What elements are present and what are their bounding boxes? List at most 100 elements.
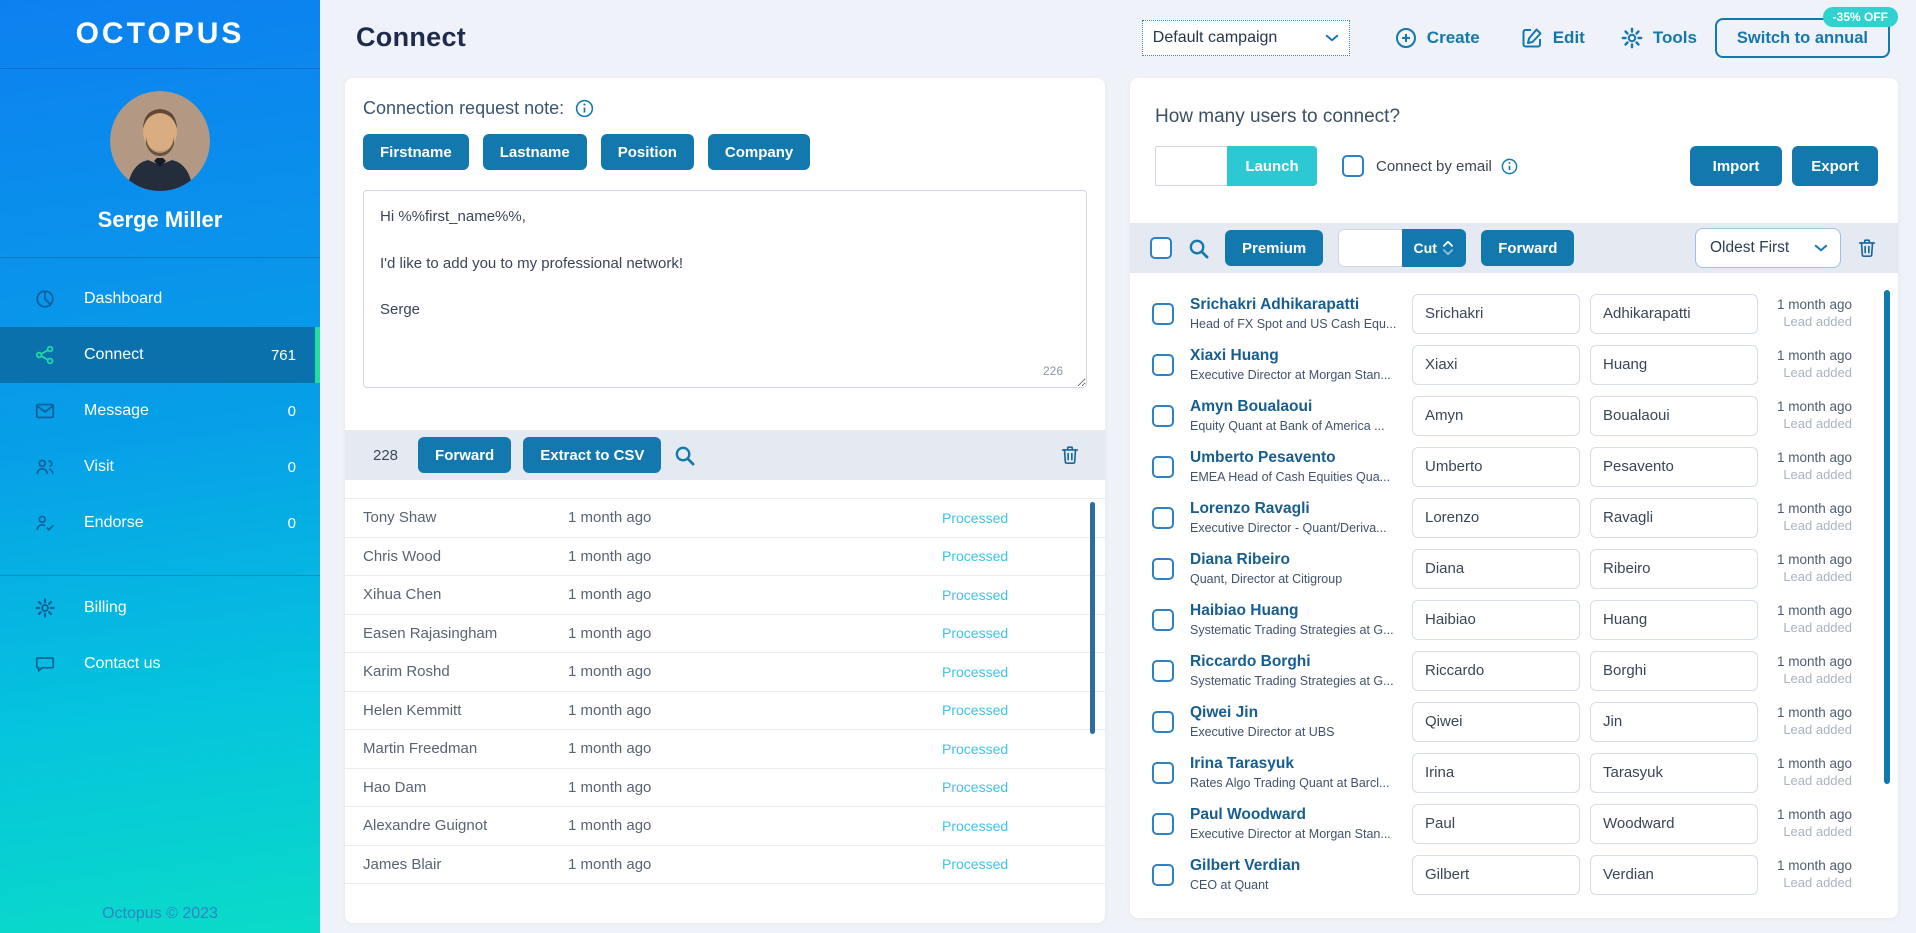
user-name-link[interactable]: Haibiao Huang	[1190, 602, 1412, 620]
user-firstname-input[interactable]	[1412, 497, 1580, 538]
user-checkbox[interactable]	[1152, 404, 1174, 427]
user-status: Lead added	[1783, 568, 1852, 584]
user-name-link[interactable]: Amyn Boualaoui	[1190, 398, 1412, 416]
user-row: Qiwei Jin Executive Director at UBS 1 mo…	[1130, 696, 1898, 747]
user-firstname-input[interactable]	[1412, 344, 1580, 385]
user-firstname-input[interactable]	[1412, 701, 1580, 742]
sidebar-item-billing[interactable]: Billing	[0, 580, 320, 636]
trash-icon[interactable]	[1856, 237, 1878, 259]
extract-to-csv-button[interactable]: Extract to CSV	[523, 437, 662, 473]
lastname-token-button[interactable]: Lastname	[482, 134, 587, 170]
user-name-link[interactable]: Gilbert Verdian	[1190, 857, 1412, 875]
create-button[interactable]: Create	[1394, 26, 1480, 50]
user-lastname-input[interactable]	[1590, 803, 1758, 844]
user-firstname-input[interactable]	[1412, 803, 1580, 844]
user-lastname-input[interactable]	[1590, 752, 1758, 793]
user-checkbox[interactable]	[1152, 353, 1174, 376]
user-checkbox[interactable]	[1152, 812, 1174, 835]
select-all-checkbox[interactable]	[1150, 237, 1172, 259]
edit-button[interactable]: Edit	[1520, 26, 1585, 50]
premium-button[interactable]: Premium	[1225, 230, 1324, 266]
user-lastname-input[interactable]	[1590, 497, 1758, 538]
user-list-scrollbar[interactable]	[1884, 290, 1890, 784]
user-checkbox[interactable]	[1152, 659, 1174, 682]
company-token-button[interactable]: Company	[707, 134, 811, 170]
processed-scrollbar[interactable]	[1090, 502, 1095, 734]
user-checkbox[interactable]	[1152, 608, 1174, 631]
tools-button[interactable]: Tools	[1620, 26, 1697, 50]
cut-stepper[interactable]	[1441, 239, 1455, 257]
user-lastname-input[interactable]	[1590, 650, 1758, 691]
user-firstname-input[interactable]	[1412, 446, 1580, 487]
launch-button[interactable]: Launch	[1227, 146, 1317, 186]
user-name-link[interactable]: Paul Woodward	[1190, 806, 1412, 824]
forward-button[interactable]: Forward	[1481, 230, 1575, 266]
user-info: Gilbert Verdian CEO at Quant	[1190, 857, 1412, 892]
user-checkbox[interactable]	[1152, 557, 1174, 580]
user-checkbox[interactable]	[1152, 863, 1174, 886]
users-count-input[interactable]	[1155, 146, 1227, 186]
campaign-select[interactable]: Default campaign	[1141, 20, 1350, 56]
user-firstname-input[interactable]	[1412, 599, 1580, 640]
user-lastname-input[interactable]	[1590, 293, 1758, 334]
user-lastname-input[interactable]	[1590, 395, 1758, 436]
user-name-link[interactable]: Lorenzo Ravagli	[1190, 500, 1412, 518]
search-icon[interactable]	[1187, 237, 1210, 260]
forward-button[interactable]: Forward	[418, 437, 512, 473]
user-status: Lead added	[1783, 721, 1852, 737]
user-status: Lead added	[1783, 466, 1852, 482]
user-checkbox[interactable]	[1152, 506, 1174, 529]
import-button[interactable]: Import	[1690, 146, 1782, 186]
user-lastname-input[interactable]	[1590, 701, 1758, 742]
sidebar-item-contact-us[interactable]: Contact us	[0, 636, 320, 692]
processed-name: Karim Roshd	[363, 663, 450, 681]
connect-by-email-checkbox[interactable]	[1342, 155, 1364, 177]
user-row: Srichakri Adhikarapatti Head of FX Spot …	[1130, 288, 1898, 339]
user-lastname-input[interactable]	[1590, 446, 1758, 487]
user-firstname-input[interactable]	[1412, 650, 1580, 691]
note-textarea[interactable]: Hi %%first_name%%, I'd like to add you t…	[363, 190, 1087, 388]
position-token-button[interactable]: Position	[600, 134, 694, 170]
user-firstname-input[interactable]	[1412, 293, 1580, 334]
info-icon[interactable]	[574, 98, 595, 119]
user-name-link[interactable]: Srichakri Adhikarapatti	[1190, 296, 1412, 314]
cut-count-input[interactable]	[1338, 229, 1403, 267]
sidebar-item-dashboard[interactable]: Dashboard	[0, 271, 320, 327]
user-firstname-input[interactable]	[1412, 395, 1580, 436]
user-lastname-input[interactable]	[1590, 548, 1758, 589]
sidebar-item-connect[interactable]: Connect 761	[0, 327, 320, 383]
user-lastname-input[interactable]	[1590, 854, 1758, 895]
user-firstname-input[interactable]	[1412, 548, 1580, 589]
user-checkbox[interactable]	[1152, 710, 1174, 733]
firstname-token-button[interactable]: Firstname	[363, 134, 469, 170]
user-name-link[interactable]: Qiwei Jin	[1190, 704, 1412, 722]
info-icon[interactable]	[1500, 157, 1519, 176]
user-firstname-input[interactable]	[1412, 854, 1580, 895]
user-name-link[interactable]: Riccardo Borghi	[1190, 653, 1412, 671]
create-label: Create	[1426, 28, 1480, 47]
sort-select[interactable]: Oldest First	[1695, 228, 1841, 268]
user-name-link[interactable]: Irina Tarasyuk	[1190, 755, 1412, 773]
sidebar-item-count: 0	[287, 402, 296, 420]
sidebar-item-message[interactable]: Message 0	[0, 383, 320, 439]
user-checkbox[interactable]	[1152, 455, 1174, 478]
user-lastname-input[interactable]	[1590, 344, 1758, 385]
user-name-link[interactable]: Diana Ribeiro	[1190, 551, 1412, 569]
user-checkbox[interactable]	[1152, 302, 1174, 325]
cut-button[interactable]: Cut	[1402, 229, 1467, 267]
export-button[interactable]: Export	[1792, 146, 1878, 186]
user-checkbox[interactable]	[1152, 761, 1174, 784]
trash-icon[interactable]	[1059, 444, 1081, 466]
processed-status: Processed	[942, 509, 1009, 526]
people-icon	[36, 459, 54, 474]
user-firstname-input[interactable]	[1412, 752, 1580, 793]
processed-time: 1 month ago	[568, 663, 652, 681]
user-meta: 1 month ago Lead added	[1777, 296, 1852, 330]
user-name-link[interactable]: Xiaxi Huang	[1190, 347, 1412, 365]
user-lastname-input[interactable]	[1590, 599, 1758, 640]
sidebar-item-visit[interactable]: Visit 0	[0, 439, 320, 495]
sidebar-item-endorse[interactable]: Endorse 0	[0, 495, 320, 551]
search-icon[interactable]	[673, 444, 696, 467]
switch-to-annual-button[interactable]: Switch to annual -35% OFF	[1714, 7, 1898, 58]
user-name-link[interactable]: Umberto Pesavento	[1190, 449, 1412, 467]
